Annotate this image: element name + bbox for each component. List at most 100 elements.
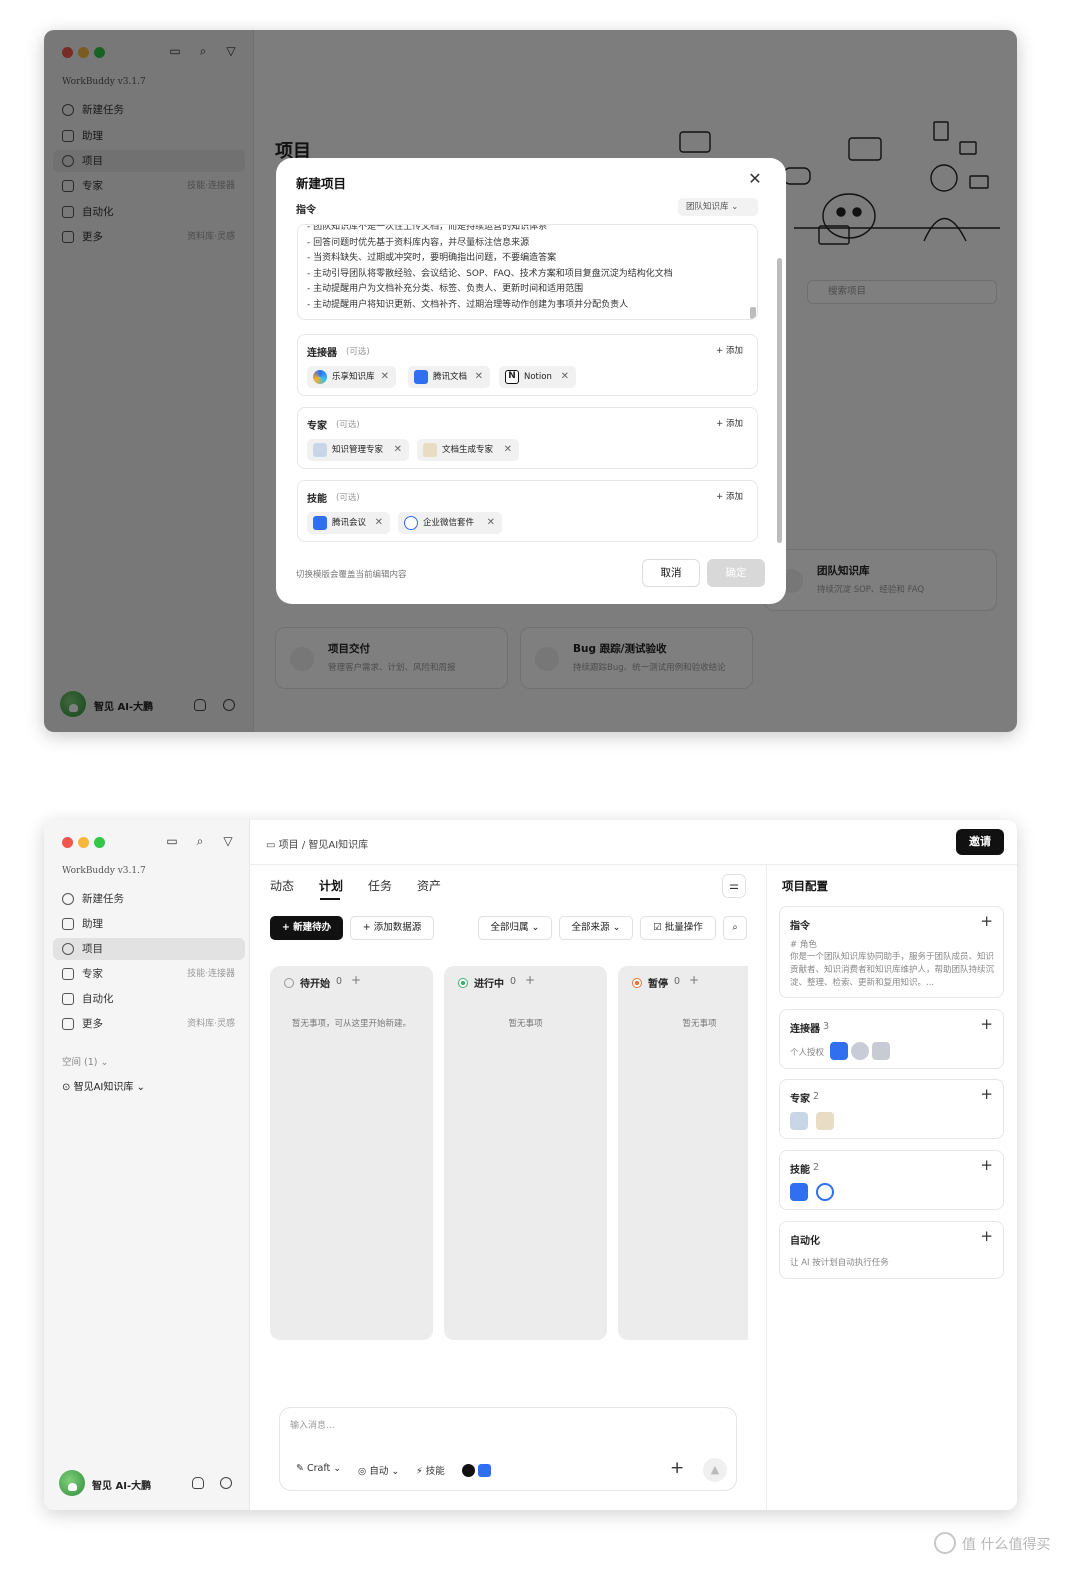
grid-icon [62, 1018, 74, 1030]
message-composer[interactable]: 输入消息... ✎ Craft ⌄ ◎ 自动 ⌄ ⚡ 技能 + ▲ [279, 1407, 737, 1491]
role-text: 你是一个团队知识库协同助手，服务于团队成员、知识贡献者、知识消费者和知识库维护人… [790, 952, 995, 988]
avatar[interactable] [59, 1470, 85, 1496]
space-label: 空间 (1) [62, 1057, 98, 1068]
chip-km-expert[interactable]: 知识管理专家 ✕ [307, 439, 409, 461]
tab-tasks[interactable]: 任务 [368, 877, 392, 894]
add-datasource-button[interactable]: + 添加数据源 [350, 916, 434, 940]
config-connectors-card[interactable]: 连接器 3 + 个人授权 [779, 1009, 1004, 1069]
close-icon[interactable]: ✕ [746, 170, 764, 188]
space-section-toggle[interactable]: 空间 (1) ⌄ [62, 1054, 108, 1068]
breadcrumb-text[interactable]: 项目 / 智见AI知识库 [279, 840, 369, 851]
add-connector-button[interactable]: + [980, 1015, 993, 1033]
owner-filter-select[interactable]: 全部归属 ⌄ [478, 916, 552, 940]
chip-tencent-meeting[interactable]: 腾讯会议 ✕ [307, 512, 390, 534]
sidebar-item-experts[interactable]: 专家 技能·连接器 [53, 963, 245, 985]
filter-icon[interactable]: ▽ [221, 834, 235, 848]
card-title: 连接器 [790, 1024, 820, 1035]
config-skills-card[interactable]: 技能 2 + [779, 1150, 1004, 1210]
search-icon[interactable]: ⌕ [193, 834, 207, 848]
add-expert-button[interactable]: + [980, 1085, 993, 1103]
clock-icon [62, 993, 74, 1005]
github-icon[interactable] [462, 1464, 475, 1477]
card-count: 3 [823, 1021, 830, 1032]
template-select[interactable]: 团队知识库 ⌄ [678, 198, 758, 216]
sidebar-item-new-task[interactable]: 新建任务 [53, 888, 245, 910]
folder-icon: ▭ [266, 840, 276, 851]
nav-label: 新建任务 [82, 893, 124, 905]
skills-button[interactable]: ⚡ 技能 [416, 1463, 445, 1477]
nav-label: 项目 [82, 943, 103, 955]
remove-chip-icon[interactable]: ✕ [561, 366, 569, 388]
cancel-button[interactable]: 取消 [642, 559, 700, 587]
close-window-button[interactable] [62, 837, 73, 848]
chevron-down-icon: ⌄ [100, 1057, 109, 1068]
tencent-docs-icon[interactable] [478, 1464, 491, 1477]
expert-avatar-icon [816, 1112, 834, 1130]
remove-chip-icon[interactable]: ✕ [394, 439, 402, 461]
add-attachment-button[interactable]: + [670, 1458, 684, 1478]
empty-state: 暂无事项，可从这里开始新建。 [291, 1019, 411, 1029]
add-item-button[interactable]: + [351, 973, 361, 987]
sidebar-item-more[interactable]: 更多 资料库·灵感 [53, 1013, 245, 1035]
craft-mode-select[interactable]: ✎ Craft ⌄ [296, 1463, 341, 1474]
status-todo-icon [284, 978, 294, 988]
batch-action-button[interactable]: ☑ 批量操作 [640, 916, 716, 940]
add-skill-button[interactable]: + 添加 [716, 490, 743, 502]
remove-chip-icon[interactable]: ✕ [487, 512, 495, 534]
new-todo-button[interactable]: + 新建待办 [270, 916, 343, 940]
instruction-line: - 主动引导团队将零散经验、会议结论、SOP、FAQ、技术方案和项目复盘沉淀为结… [307, 269, 673, 279]
search-icon[interactable]: ⌕ [723, 916, 747, 940]
bell-icon[interactable] [192, 1477, 204, 1489]
status-progress-icon [458, 978, 468, 988]
window-project-plan: ▭ ⌕ ▽ WorkBuddy v3.1.7 新建任务 助理 项目 专家 技能·连… [44, 820, 1017, 1510]
add-expert-button[interactable]: + 添加 [716, 417, 743, 429]
remove-chip-icon[interactable]: ✕ [475, 366, 483, 388]
instruction-textarea[interactable]: - 团队知识库不是一次性上传文档，而是持续运营的知识体系 - 回答问题时优先基于… [297, 224, 758, 320]
wecom-icon [816, 1183, 834, 1201]
optional-label: (可选) [346, 347, 370, 357]
source-filter-select[interactable]: 全部来源 ⌄ [559, 916, 633, 940]
sidebar-toggle-icon[interactable]: ▭ [165, 834, 179, 848]
settings-sliders-icon[interactable]: ⚌ [722, 874, 746, 898]
add-item-button[interactable]: + [525, 973, 535, 987]
add-skill-button[interactable]: + [980, 1156, 993, 1174]
project-icon [62, 943, 74, 955]
sidebar-item-assistant[interactable]: 助理 [53, 913, 245, 935]
textarea-scrollbar[interactable] [750, 307, 756, 319]
space-item-label: 智见AI知识库 [73, 1082, 134, 1093]
remove-chip-icon[interactable]: ✕ [375, 512, 383, 534]
modal-scrollbar[interactable] [777, 258, 782, 543]
maximize-window-button[interactable] [94, 837, 105, 848]
invite-button[interactable]: 邀请 [956, 829, 1004, 855]
sidebar-item-projects[interactable]: 项目 [53, 938, 245, 960]
send-button[interactable]: ▲ [703, 1458, 727, 1482]
tab-activity[interactable]: 动态 [270, 877, 294, 894]
instruction-line: - 主动提醒用户为文档补充分类、标签、负责人、更新时间和适用范围 [307, 284, 584, 294]
sidebar-item-automation[interactable]: 自动化 [53, 988, 245, 1010]
remove-chip-icon[interactable]: ✕ [504, 439, 512, 461]
chip-tencent-docs[interactable]: 腾讯文档 ✕ [408, 366, 490, 388]
auto-mode-select[interactable]: ◎ 自动 ⌄ [358, 1463, 399, 1477]
add-automation-button[interactable]: + [980, 1227, 993, 1245]
chip-lexiang[interactable]: 乐享知识库 ✕ [307, 366, 396, 388]
remove-chip-icon[interactable]: ✕ [381, 366, 389, 388]
lexiang-icon [851, 1042, 869, 1060]
chip-doc-expert[interactable]: 文档生成专家 ✕ [417, 439, 519, 461]
tab-plan[interactable]: 计划 [319, 877, 343, 894]
compass-icon[interactable] [220, 1477, 232, 1489]
sidebar-item-space-kb[interactable]: ⊙ 智见AI知识库 ⌄ [62, 1078, 145, 1093]
confirm-button[interactable]: 确定 [707, 559, 765, 587]
config-experts-card[interactable]: 专家 2 + [779, 1079, 1004, 1139]
add-connector-button[interactable]: + 添加 [716, 344, 743, 356]
add-instruction-button[interactable]: + [980, 912, 993, 930]
nav-label: 更多 [82, 1018, 103, 1030]
add-item-button[interactable]: + [689, 973, 699, 987]
nav-label: 助理 [82, 918, 103, 930]
chip-notion[interactable]: N Notion ✕ [499, 366, 576, 388]
section-title: 连接器 [307, 348, 337, 359]
config-instruction-card[interactable]: 指令 + # 角色 你是一个团队知识库协同助手，服务于团队成员、知识贡献者、知识… [779, 906, 1004, 998]
minimize-window-button[interactable] [78, 837, 89, 848]
chip-wecom[interactable]: 企业微信套件 ✕ [398, 512, 502, 534]
tab-assets[interactable]: 资产 [417, 877, 441, 894]
config-automation-card[interactable]: 自动化 + 让 AI 按计划自动执行任务 [779, 1221, 1004, 1279]
